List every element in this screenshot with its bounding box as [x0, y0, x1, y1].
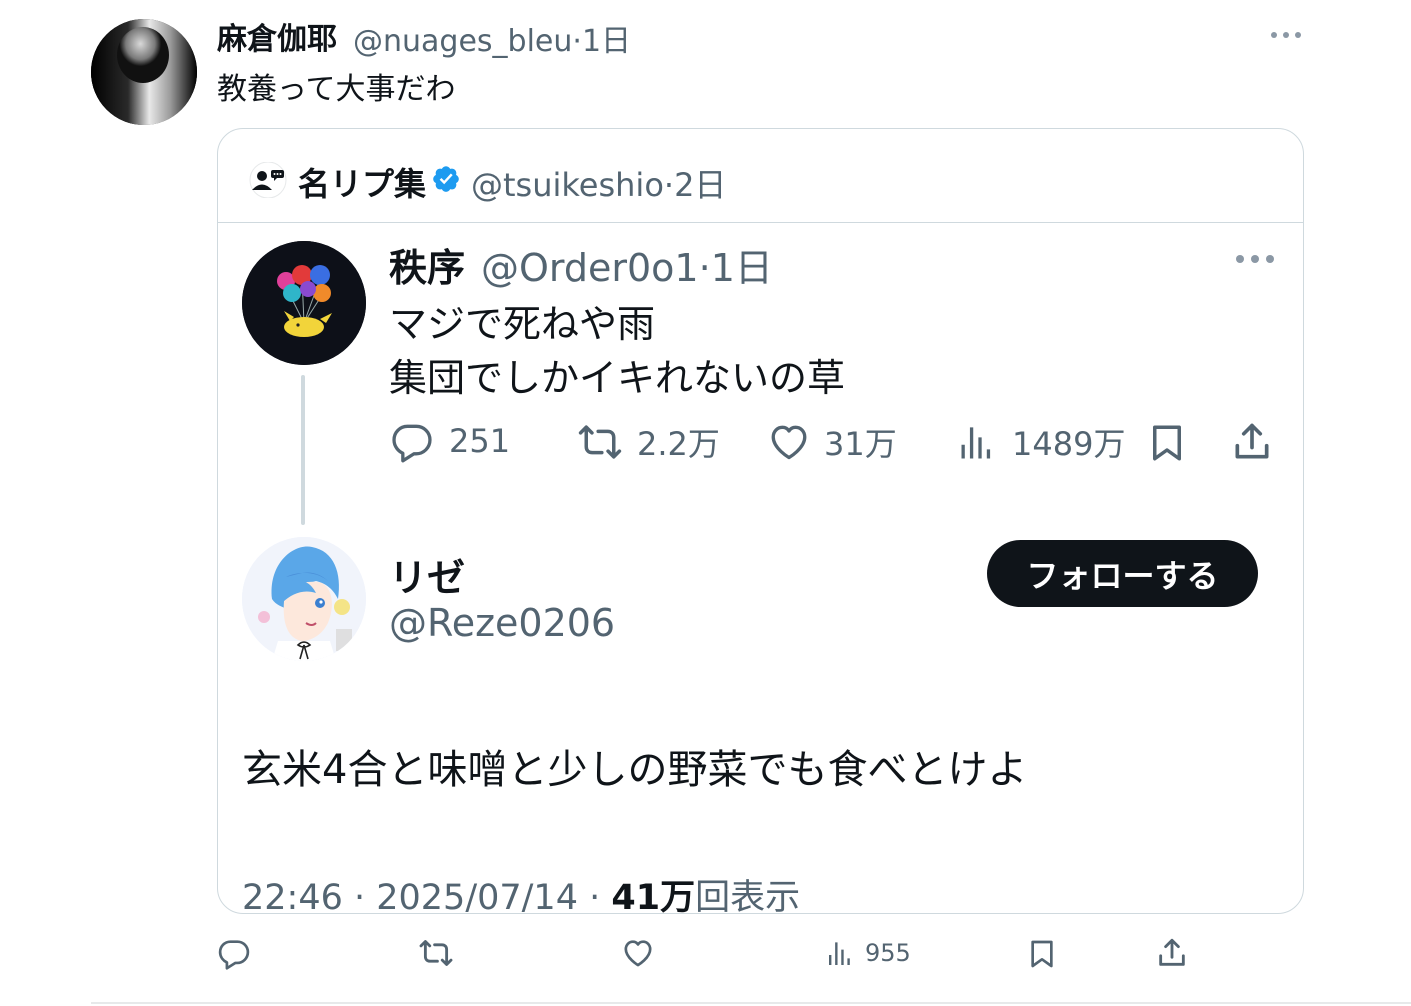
order-separator: ·: [698, 246, 711, 290]
reze-display-name[interactable]: リゼ: [389, 547, 465, 602]
outer-handle-time[interactable]: @nuages_bleu·1日: [353, 16, 631, 60]
reze-post-footer: 22:46 · 2025/07/14 · 41万回表示: [242, 869, 801, 914]
repost-icon: [578, 425, 622, 459]
outer-share-button[interactable]: [1155, 936, 1189, 970]
verified-badge-icon: [433, 166, 459, 192]
more-icon[interactable]: [1268, 22, 1304, 48]
outer-like-button[interactable]: [621, 936, 655, 970]
order-avatar[interactable]: [242, 241, 366, 365]
outer-time[interactable]: 1日: [582, 24, 631, 59]
order-text-line1: マジで死ねや雨: [389, 302, 656, 346]
share-button[interactable]: [1230, 419, 1274, 465]
bookmark-button[interactable]: [1146, 419, 1188, 467]
views-icon: [829, 942, 850, 965]
outer-tweet-text: 教養って大事だわ: [217, 72, 456, 107]
like-icon: [771, 425, 807, 460]
post-view-label: 回表示: [695, 878, 801, 914]
outer-bookmark-button[interactable]: [1026, 936, 1058, 972]
reze-handle[interactable]: @Reze0206: [389, 601, 615, 645]
order-handle[interactable]: @Order0o1: [481, 246, 699, 290]
pikachu-balloons-image: [242, 241, 366, 365]
repost-icon: [419, 940, 453, 966]
reze-tweet-text: 玄米4合と味噌と少しの野菜でも食べとけよ: [242, 747, 1028, 793]
order-display-name[interactable]: 秩序: [389, 237, 465, 292]
share-icon: [1159, 938, 1185, 966]
bookmark-icon: [1031, 940, 1053, 968]
quote-handle-time[interactable]: @tsuikeshio·2日: [471, 160, 726, 206]
quote-separator: ·: [663, 166, 675, 204]
order-text-line2: 集団でしかイキれないの草: [389, 356, 846, 400]
reply-button[interactable]: 251: [389, 419, 510, 463]
post-timestamp[interactable]: 22:46 · 2025/07/14 ·: [242, 878, 611, 913]
order-time[interactable]: 1日: [711, 246, 773, 290]
outer-handle[interactable]: @nuages_bleu: [353, 24, 572, 59]
reply-count: 251: [449, 422, 511, 460]
moon-avatar-image: [91, 19, 197, 125]
views-icon: [961, 427, 991, 459]
post-view-count: 41万: [611, 878, 696, 914]
reply-icon: [218, 940, 250, 970]
quote-header[interactable]: 名リプ集 @tsuikeshio·2日: [218, 129, 1303, 223]
repost-button[interactable]: 2.2万: [575, 419, 720, 465]
reply-icon: [392, 424, 432, 463]
order-handle-time[interactable]: @Order0o1·1日: [481, 237, 773, 292]
like-button[interactable]: 31万: [766, 419, 897, 465]
views-count: 1489万: [1012, 425, 1126, 463]
quote-time[interactable]: 2日: [674, 166, 726, 204]
outer-separator: ·: [572, 24, 582, 59]
community-icon: [249, 162, 287, 198]
quote-handle[interactable]: @tsuikeshio: [471, 166, 664, 204]
share-icon: [1235, 423, 1269, 459]
outer-avatar[interactable]: [91, 19, 197, 125]
outer-reply-button[interactable]: [217, 936, 251, 970]
reze-avatar[interactable]: [242, 537, 366, 661]
quoted-post-card[interactable]: 名リプ集 @tsuikeshio·2日 秩序 @Order0o1·1日 マジで死…: [217, 128, 1304, 914]
bookmark-icon: [1153, 425, 1181, 461]
like-icon: [624, 940, 652, 967]
divider: [91, 1002, 1411, 1004]
thread-line: [301, 375, 305, 525]
outer-views-button[interactable]: 955: [825, 936, 911, 970]
like-count: 31万: [824, 425, 897, 463]
repost-count: 2.2万: [637, 425, 720, 463]
follow-button[interactable]: フォローする: [987, 540, 1258, 607]
quote-display-name[interactable]: 名リプ集: [298, 159, 426, 205]
views-button[interactable]: 1489万: [956, 419, 1125, 465]
more-icon[interactable]: [1234, 251, 1276, 267]
outer-display-name[interactable]: 麻倉伽耶: [217, 14, 337, 58]
outer-repost-button[interactable]: [417, 936, 455, 970]
outer-views-count: 955: [865, 939, 911, 967]
anime-girl-avatar-image: [242, 537, 366, 661]
